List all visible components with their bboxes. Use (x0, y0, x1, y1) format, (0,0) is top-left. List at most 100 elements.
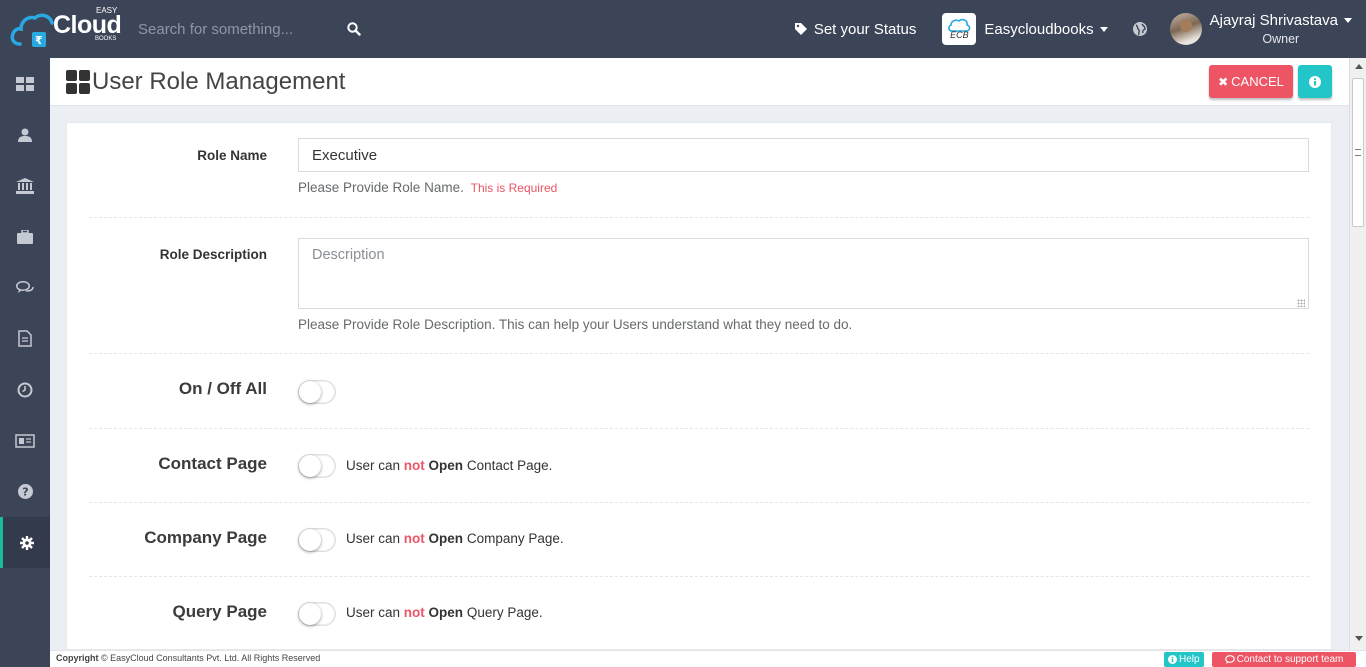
resize-handle[interactable] (1297, 299, 1305, 307)
scroll-up-arrow[interactable] (1355, 64, 1363, 69)
user-menu[interactable]: Ajayraj Shrivastava Owner (1169, 12, 1352, 46)
perm-prefix: User can (346, 605, 404, 620)
user-name: Ajayraj Shrivastava (1209, 12, 1338, 29)
sidebar-item-users[interactable] (0, 109, 50, 160)
role-name-help: Please Provide Role Name. This is Requir… (298, 180, 557, 195)
document-icon (18, 330, 32, 347)
contact-support-button[interactable]: Contact to support team (1212, 652, 1356, 667)
copyright-bold: Copyright (56, 653, 99, 663)
role-description-row: Role Description Please Provide Role Des… (89, 218, 1309, 354)
toggle-knob (299, 381, 321, 403)
user-role: Owner (1262, 32, 1300, 46)
top-navbar: ₹ EASY Cloud BOOKS Set your Status ECB E… (0, 0, 1366, 58)
toggle-knob (299, 529, 321, 551)
permission-label: Company Page (144, 528, 267, 547)
close-icon: ✖ (1218, 74, 1229, 89)
permission-toggle[interactable] (298, 602, 336, 626)
sidebar: ? (0, 58, 50, 667)
copyright-text: Copyright © EasyCloud Consultants Pvt. L… (56, 653, 320, 663)
company-logo: ECB (942, 13, 977, 45)
clock-icon (17, 382, 33, 397)
page-title: User Role Management (66, 68, 345, 96)
bank-icon (16, 177, 34, 194)
gear-icon (19, 535, 34, 550)
sidebar-item-news[interactable] (0, 415, 50, 466)
info-icon (1168, 655, 1177, 664)
perm-suffix: Company Page. (466, 531, 564, 546)
perm-open: Open (428, 605, 464, 620)
permission-description: User can not Open Query Page. (346, 605, 543, 620)
search-icon[interactable] (343, 18, 365, 40)
role-name-input[interactable] (298, 138, 1309, 172)
perm-open: Open (428, 458, 464, 473)
perm-not: not (403, 605, 425, 620)
required-message: This is Required (470, 181, 558, 195)
briefcase-icon (17, 229, 33, 244)
globe-icon[interactable] (1132, 21, 1148, 37)
permission-label: Contact Page (158, 454, 267, 473)
chevron-down-icon (1099, 26, 1108, 32)
chat-icon (16, 280, 34, 293)
perm-suffix: Query Page. (466, 605, 543, 620)
scroll-down-arrow[interactable] (1355, 636, 1363, 641)
sidebar-item-dashboard[interactable] (0, 58, 50, 109)
avatar (1169, 13, 1202, 45)
search-input[interactable] (138, 20, 343, 38)
toggle-all-row: On / Off All (89, 354, 1309, 429)
sidebar-item-messages[interactable] (0, 262, 50, 313)
role-name-label: Role Name (197, 148, 267, 163)
app-logo[interactable]: ₹ EASY Cloud BOOKS (0, 0, 130, 58)
role-name-help-text: Please Provide Role Name. (298, 180, 464, 195)
company-logo-text: ECB (950, 30, 969, 40)
role-description-help: Please Provide Role Description. This ca… (298, 317, 853, 332)
permission-toggle[interactable] (298, 454, 336, 478)
cancel-button[interactable]: ✖ CANCEL (1209, 65, 1293, 98)
page-scrollbar[interactable] (1349, 58, 1366, 650)
svg-text:?: ? (22, 486, 28, 499)
dashboard-icon (16, 76, 34, 91)
company-switcher[interactable]: ECB Easycloudbooks (942, 13, 1108, 45)
news-icon (15, 433, 35, 448)
permission-row-company: Company Page User can not Open Company P… (89, 503, 1309, 577)
role-form-panel: Role Name Please Provide Role Name. This… (66, 122, 1332, 650)
info-button[interactable] (1298, 65, 1332, 98)
toggle-all-label: On / Off All (178, 379, 267, 398)
sidebar-item-documents[interactable] (0, 313, 50, 364)
perm-not: not (403, 458, 425, 473)
footer: Copyright © EasyCloud Consultants Pvt. L… (50, 650, 1366, 667)
help-button[interactable]: Help (1164, 652, 1204, 667)
svg-text:₹: ₹ (35, 34, 43, 47)
toggle-all-switch[interactable] (298, 380, 336, 404)
permission-toggle[interactable] (298, 528, 336, 552)
sidebar-item-bank[interactable] (0, 160, 50, 211)
sidebar-item-settings[interactable] (0, 517, 50, 568)
sidebar-item-help[interactable]: ? (0, 466, 50, 517)
permission-row-contact: Contact Page User can not Open Contact P… (89, 429, 1309, 503)
role-description-label: Role Description (159, 247, 267, 262)
tag-icon (794, 23, 807, 35)
search-bar (138, 18, 370, 40)
role-description-input[interactable] (298, 238, 1309, 309)
scroll-thumb[interactable] (1352, 78, 1364, 227)
user-icon (18, 128, 32, 142)
perm-prefix: User can (346, 531, 404, 546)
chevron-down-icon (1344, 18, 1352, 23)
set-status-label: Set your Status (813, 20, 917, 38)
permission-row-query: Query Page User can not Open Query Page. (89, 577, 1309, 649)
page-title-text: User Role Management (92, 68, 346, 95)
permission-description: User can not Open Company Page. (346, 531, 564, 546)
role-name-row: Role Name Please Provide Role Name. This… (89, 123, 1309, 218)
info-icon (1309, 75, 1321, 88)
page-header: User Role Management ✖ CANCEL (50, 58, 1349, 106)
sidebar-item-projects[interactable] (0, 211, 50, 262)
toggle-knob (299, 603, 321, 625)
chat-icon (1224, 655, 1235, 664)
permission-description: User can not Open Contact Page. (346, 458, 552, 473)
sidebar-item-time[interactable] (0, 364, 50, 415)
set-status-link[interactable]: Set your Status (794, 20, 917, 38)
toggle-knob (299, 455, 321, 477)
help-label: Help (1179, 654, 1200, 665)
logo-books-text: BOOKS (95, 36, 117, 42)
company-name: Easycloudbooks (984, 20, 1094, 38)
cancel-label: CANCEL (1231, 74, 1284, 89)
